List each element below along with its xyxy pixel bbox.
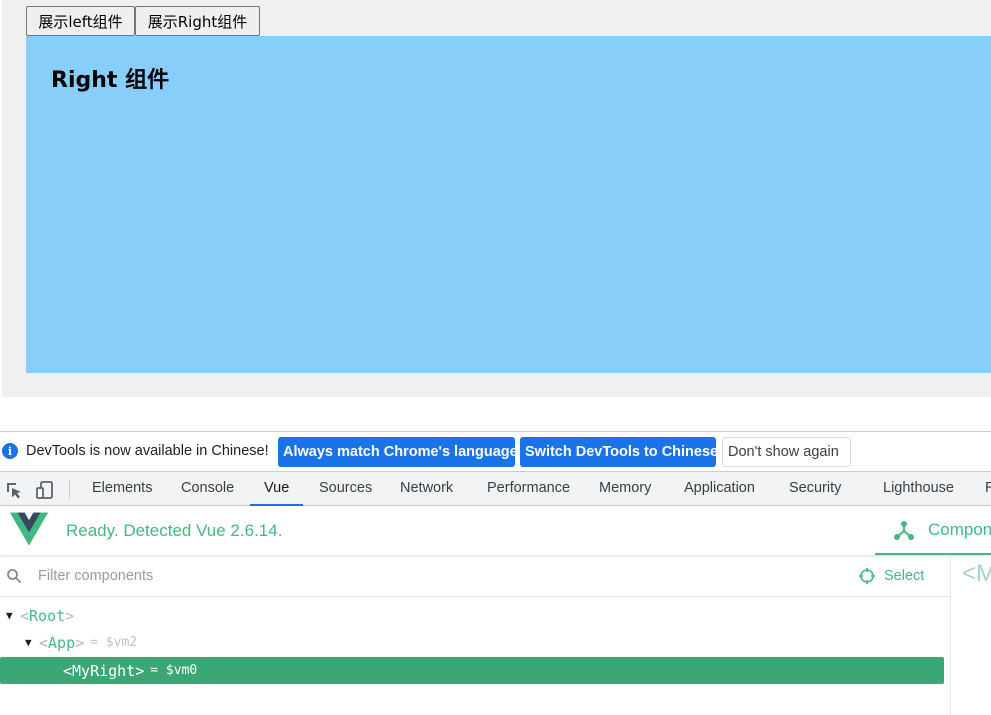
bracket-close: >	[65, 606, 75, 625]
tab-performance[interactable]: Performance	[487, 472, 570, 506]
right-component-panel: Right 组件	[26, 36, 991, 373]
tab-sources[interactable]: Sources	[319, 472, 372, 506]
component-name: Root	[29, 606, 66, 625]
panel-divider[interactable]	[950, 555, 951, 715]
tab-lighthouse[interactable]: Lighthouse	[883, 472, 954, 506]
tab-network[interactable]: Network	[400, 472, 453, 506]
vue-detection-status: Ready. Detected Vue 2.6.14.	[66, 521, 283, 540]
language-infobar: i DevTools is now available in Chinese! …	[0, 432, 991, 471]
vm-reference: = $vm0	[150, 663, 198, 678]
tab-elements[interactable]: Elements	[92, 472, 152, 506]
infobar-message: DevTools is now available in Chinese!	[26, 443, 269, 459]
component-name: App	[48, 633, 76, 652]
vue-logo-icon	[10, 512, 48, 546]
component-name: MyRight	[72, 661, 136, 680]
right-component-title: Right 组件	[51, 68, 170, 93]
select-component-button[interactable]: Select	[858, 565, 924, 587]
tab-security[interactable]: Security	[789, 472, 841, 506]
info-icon: i	[2, 443, 18, 459]
page-viewport: 展示left组件 展示Right组件 Right 组件	[0, 0, 991, 398]
search-icon	[7, 569, 22, 584]
component-tree-icon	[894, 521, 914, 540]
show-right-button[interactable]: 展示Right组件	[135, 6, 260, 36]
show-left-button[interactable]: 展示left组件	[26, 6, 135, 36]
bracket-close: >	[135, 661, 145, 680]
expand-arrow-icon[interactable]: ▼	[6, 609, 20, 622]
bracket-open: <	[63, 661, 73, 680]
tree-node-root[interactable]: ▼ < Root >	[0, 602, 74, 629]
vue-devtools-header: Ready. Detected Vue 2.6.14. Components	[0, 506, 991, 555]
select-label: Select	[884, 568, 925, 584]
tab-vue[interactable]: Vue	[249, 472, 304, 506]
components-tab-label: Components	[928, 520, 991, 539]
tab-separator	[69, 480, 70, 499]
inspector-component-name: <M	[962, 560, 991, 587]
devtools-panel: i DevTools is now available in Chinese! …	[0, 431, 991, 715]
tab-application[interactable]: Application	[684, 472, 755, 506]
filter-components-input[interactable]	[30, 563, 590, 589]
match-language-button[interactable]: Always match Chrome's language	[278, 437, 518, 467]
components-tab[interactable]: Components	[875, 506, 991, 555]
dont-show-again-button[interactable]: Don't show again	[722, 437, 851, 467]
devtools-tabbar: Elements Console Vue Sources Network Per…	[0, 471, 991, 506]
tab-memory[interactable]: Memory	[599, 472, 651, 506]
bracket-open: <	[20, 606, 30, 625]
switch-chinese-button[interactable]: Switch DevTools to Chinese	[520, 437, 718, 467]
expand-arrow-icon[interactable]: ▼	[25, 636, 39, 649]
tree-node-myright[interactable]: < MyRight > = $vm0	[0, 657, 944, 684]
device-toolbar-icon[interactable]	[35, 480, 55, 500]
tab-overflow[interactable]: R	[985, 472, 991, 506]
inspect-element-icon[interactable]	[4, 480, 24, 500]
filter-row: Select	[0, 555, 950, 597]
bracket-close: >	[75, 633, 85, 652]
bracket-open: <	[39, 633, 49, 652]
vm-reference: = $vm2	[90, 635, 138, 650]
crosshair-icon	[859, 568, 875, 584]
tree-node-app[interactable]: ▼ < App > = $vm2	[0, 629, 137, 656]
tab-console[interactable]: Console	[181, 472, 234, 506]
